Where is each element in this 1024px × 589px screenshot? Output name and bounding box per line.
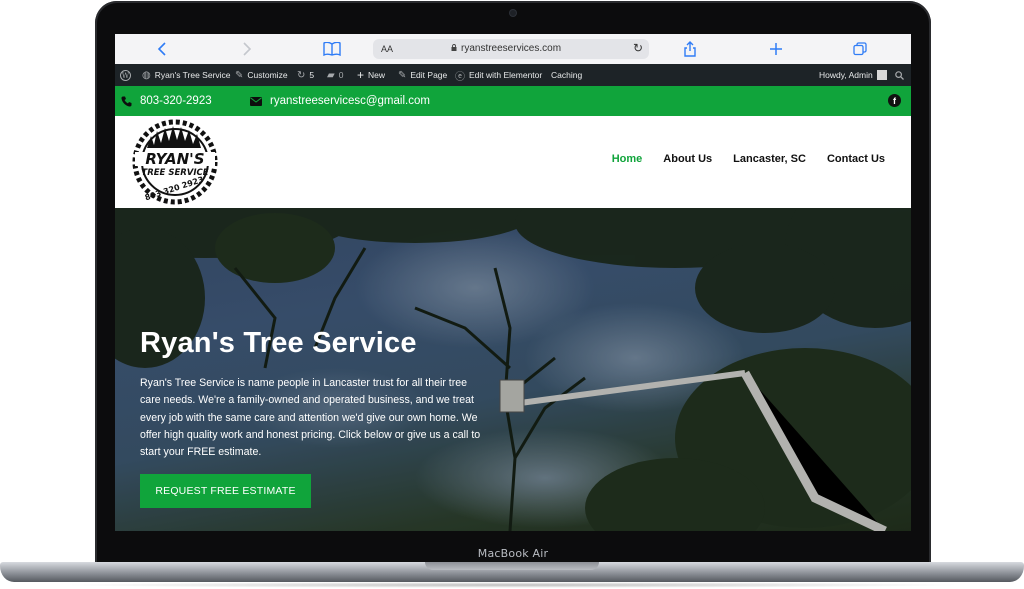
tabs-overview-icon[interactable] [853, 39, 867, 59]
envelope-icon [250, 96, 262, 106]
bookmarks-icon[interactable] [323, 39, 341, 59]
site-logo[interactable]: RYAN'S TREE SERVICE 803 320 2923 [127, 118, 223, 206]
svg-text:W: W [122, 72, 130, 80]
contact-bar: 803-320-2923 ryanstreeservicesc@gmail.co… [115, 86, 911, 116]
plus-icon: + [357, 68, 365, 82]
back-icon[interactable] [157, 39, 167, 59]
brush-icon: ✎ [235, 69, 244, 81]
forward-icon[interactable] [242, 39, 252, 59]
safari-toolbar: AA ryanstreeservices.com ↻ [115, 34, 911, 64]
nav-item-lancaster-sc[interactable]: Lancaster, SC [733, 153, 806, 165]
wordpress-logo-icon[interactable]: W [120, 64, 131, 86]
admin-customize-link[interactable]: ✎ Customize [235, 64, 288, 86]
dashboard-icon: ◍ [142, 69, 151, 81]
nav-item-contact-us[interactable]: Contact Us [827, 153, 885, 165]
updates-icon: ↻ [297, 69, 306, 81]
share-icon[interactable] [683, 39, 697, 59]
hero-paragraph: Ryan's Tree Service is name people in La… [140, 377, 481, 459]
request-free-estimate-button[interactable]: REQUEST FREE ESTIMATE [140, 474, 311, 508]
camera-icon [510, 10, 516, 16]
admin-elementor-link[interactable]: ⓔ Edit with Elementor [455, 64, 542, 86]
comment-icon: ▰ [327, 69, 335, 81]
url-text: ryanstreeservices.com [461, 43, 562, 54]
admin-new-link[interactable]: + New [357, 64, 385, 86]
laptop-notch [425, 562, 599, 570]
screen: AA ryanstreeservices.com ↻ W ◍ Ryan's Tr… [115, 34, 911, 531]
avatar [876, 70, 887, 80]
text-size-button[interactable]: AA [381, 44, 393, 54]
admin-comments-link[interactable]: ▰ 0 [327, 64, 343, 86]
facebook-icon[interactable]: f [888, 94, 901, 107]
address-bar[interactable]: AA ryanstreeservices.com ↻ [373, 39, 649, 59]
reload-icon[interactable]: ↻ [633, 41, 643, 55]
main-nav: Home About Us Lancaster, SC Contact Us [612, 153, 885, 165]
hero-section: Ryan's Tree Service Ryan's Tree Service … [115, 208, 911, 531]
lock-icon [451, 44, 457, 51]
pencil-icon: ✎ [398, 69, 407, 81]
phone-icon [121, 96, 132, 107]
elementor-icon: ⓔ [455, 71, 465, 83]
nav-item-about-us[interactable]: About Us [663, 153, 712, 165]
svg-text:RYAN'S: RYAN'S [145, 150, 204, 168]
nav-item-home[interactable]: Home [612, 153, 643, 165]
admin-account-link[interactable]: Howdy, Admin [819, 64, 887, 86]
admin-caching-link[interactable]: Caching [551, 64, 582, 86]
device-label: MacBook Air [477, 547, 549, 560]
phone-link[interactable]: 803-320-2923 [121, 86, 212, 116]
admin-search-icon[interactable] [895, 64, 904, 86]
new-tab-icon[interactable] [769, 39, 783, 59]
wp-admin-bar: W ◍ Ryan's Tree Service ✎ Customize ↻ 5 … [115, 64, 911, 86]
admin-site-link[interactable]: ◍ Ryan's Tree Service [142, 64, 231, 86]
admin-edit-page-link[interactable]: ✎ Edit Page [398, 64, 447, 86]
site-header: RYAN'S TREE SERVICE 803 320 2923 Home Ab… [115, 116, 911, 208]
email-link[interactable]: ryanstreeservicesc@gmail.com [250, 86, 430, 116]
admin-updates-link[interactable]: ↻ 5 [297, 64, 314, 86]
laptop-shadow [60, 582, 964, 588]
hero-title: Ryan's Tree Service [140, 327, 417, 359]
